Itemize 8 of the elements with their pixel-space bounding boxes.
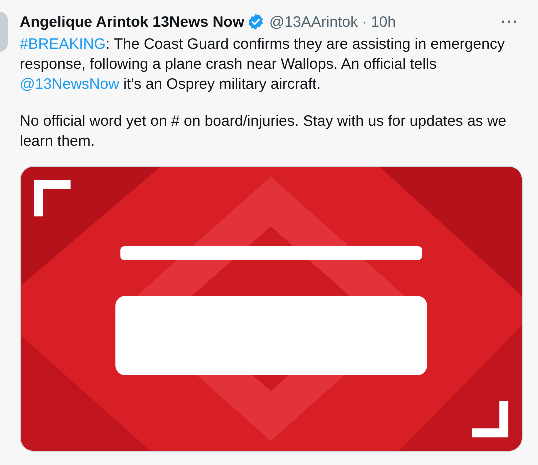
avatar[interactable] bbox=[0, 12, 8, 52]
separator: · bbox=[362, 14, 368, 30]
author-name[interactable]: Angelique Arintok 13News Now bbox=[20, 14, 244, 30]
tweet-text: No official word yet on # on board/injuries. Stay with us for updates as we learn them. bbox=[20, 112, 508, 152]
user-handle[interactable]: @13AArintok bbox=[269, 14, 358, 30]
tweet-text: #BREAKING: The Coast Guard confirms they are assisting in emergency response, following a plane crash near Wallops. An official tells @13NewsNow it’s an Osprey military aircraft. bbox=[20, 35, 506, 95]
timestamp[interactable]: 10h bbox=[371, 14, 396, 30]
more-button[interactable]: ··· bbox=[501, 14, 519, 30]
